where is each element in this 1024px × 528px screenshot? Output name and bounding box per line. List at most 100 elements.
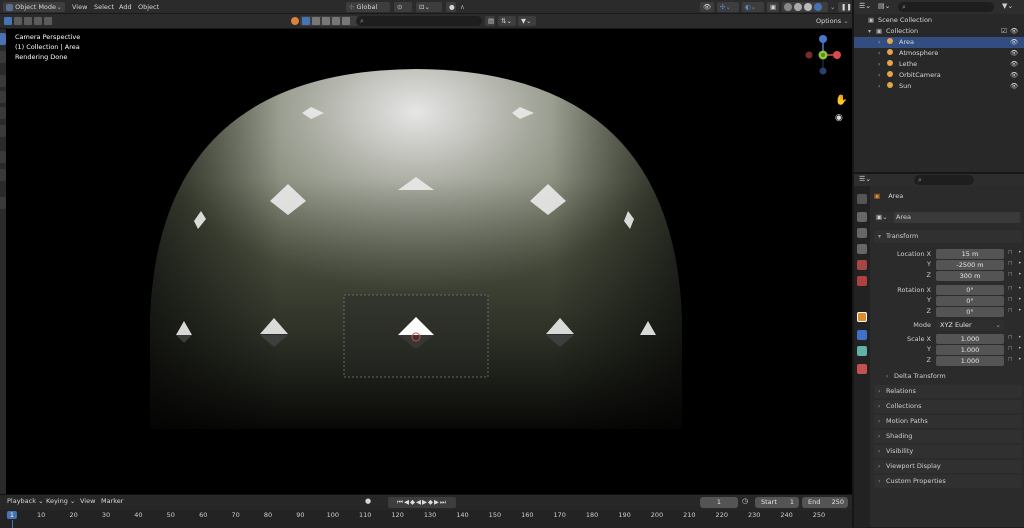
eye-icon[interactable]: 👁 xyxy=(1010,81,1018,92)
render-tab-icon[interactable] xyxy=(857,212,867,222)
menu-marker[interactable]: Marker xyxy=(101,497,123,505)
scale-y-field[interactable]: 1.000 xyxy=(936,345,1004,355)
lock-icon[interactable]: ⊓ xyxy=(1008,271,1013,278)
wireframe-shading-icon[interactable] xyxy=(784,3,792,11)
menu-add[interactable]: Add xyxy=(119,2,132,12)
current-frame-field[interactable]: 1 xyxy=(700,497,738,508)
menu-select[interactable]: Select xyxy=(94,2,114,12)
lock-icon[interactable]: ⊓ xyxy=(1008,296,1013,303)
keyframe-dot-icon[interactable]: • xyxy=(1018,271,1022,278)
view-layer-tab-icon[interactable] xyxy=(857,244,867,254)
options-button[interactable]: Options ⌄ xyxy=(813,16,849,26)
xray-button[interactable]: ▣ xyxy=(767,2,779,12)
scene-tab-icon[interactable] xyxy=(857,260,867,270)
3d-viewport[interactable]: Camera Perspective (1) Collection | Area… xyxy=(6,29,852,494)
light-data-tab-icon[interactable] xyxy=(857,364,867,374)
editor-type-icon[interactable]: ☰⌄ xyxy=(859,175,871,183)
sync-button[interactable]: ▤ xyxy=(485,16,495,26)
keyframe-dot-icon[interactable]: • xyxy=(1018,285,1022,292)
collection-row[interactable]: ▾ ▣ Collection ☑ 👁 xyxy=(854,26,1024,37)
pause-render-button[interactable]: ❚❚ xyxy=(838,2,852,12)
jump-end-icon[interactable]: ⏭ xyxy=(440,498,447,506)
checkbox-icon[interactable]: ☑ xyxy=(1001,26,1007,37)
transform-panel-header[interactable]: ▾ Transform xyxy=(874,230,1022,243)
filter-camera-icon[interactable] xyxy=(332,17,340,25)
transform-orientation-select[interactable]: ⊹ Global xyxy=(346,2,390,12)
physics-tab-icon[interactable] xyxy=(857,330,867,340)
eye-icon[interactable]: 👁 xyxy=(1010,48,1018,59)
keyframe-dot-icon[interactable]: • xyxy=(1018,334,1022,341)
panel-collections[interactable]: › Collections xyxy=(874,400,1022,413)
camera-view-icon[interactable]: ◉ xyxy=(835,113,843,123)
outliner-item-area[interactable]: › Area 👁 xyxy=(854,37,1024,48)
hand-pan-icon[interactable]: ✋ xyxy=(835,95,847,106)
panel-visibility[interactable]: › Visibility xyxy=(874,445,1022,458)
expand-chevron-icon[interactable]: › xyxy=(878,48,880,59)
outliner-search-input[interactable]: ⌕ xyxy=(898,2,994,12)
planet-sphere[interactable] xyxy=(146,59,686,449)
object-tab-icon[interactable] xyxy=(857,312,867,322)
filter-light-icon[interactable] xyxy=(322,17,330,25)
frame-ruler[interactable]: 1 10 20 30 40 50 60 70 80 90 100 110 120 130 140 150 160… xyxy=(0,510,852,528)
world-tab-icon[interactable] xyxy=(857,276,867,286)
panel-shading[interactable]: › Shading xyxy=(874,430,1022,443)
keyframe-dot-icon[interactable]: • xyxy=(1018,260,1022,267)
panel-relations[interactable]: › Relations xyxy=(874,385,1022,398)
expand-chevron-icon[interactable]: › xyxy=(878,70,880,81)
scale-z-field[interactable]: 1.000 xyxy=(936,356,1004,366)
filter-mesh-icon[interactable] xyxy=(302,17,310,25)
snap-button[interactable]: ⊡⌄ xyxy=(416,2,442,12)
menu-timeline-view[interactable]: View xyxy=(80,497,95,505)
visibility-button[interactable]: 👁 xyxy=(700,2,714,12)
panel-custom-properties[interactable]: › Custom Properties xyxy=(874,475,1022,488)
location-x-field[interactable]: 15 m xyxy=(936,249,1004,259)
object-datablock-field[interactable]: ▣⌄ Area xyxy=(874,212,1022,223)
tool-tab-icon[interactable] xyxy=(857,194,867,204)
falloff-icon[interactable]: ∧ xyxy=(460,2,465,12)
eye-icon[interactable]: 👁 xyxy=(1010,26,1018,37)
record-icon[interactable]: ● xyxy=(365,497,371,505)
output-tab-icon[interactable] xyxy=(857,228,867,238)
playback-controls[interactable]: ⏮◀◆◀▶◆▶⏭ xyxy=(388,497,456,508)
lock-icon[interactable]: ⊓ xyxy=(1008,334,1013,341)
outliner-item-atmosphere[interactable]: › Atmosphere 👁 xyxy=(854,48,1024,59)
object-type-visibility-icon[interactable] xyxy=(291,17,299,25)
gizmo-button[interactable]: ✣⌄ xyxy=(717,2,739,12)
expand-chevron-icon[interactable]: › xyxy=(878,59,880,70)
eye-icon[interactable]: 👁 xyxy=(1010,37,1018,48)
lock-icon[interactable]: ⊓ xyxy=(1008,356,1013,363)
display-mode-icon[interactable]: ▤⌄ xyxy=(878,2,890,10)
rotation-mode-select[interactable]: XYZ Euler ⌄ xyxy=(936,320,1004,330)
constraints-tab-icon[interactable] xyxy=(857,346,867,356)
keyframe-dot-icon[interactable]: • xyxy=(1018,345,1022,352)
navigation-gizmo[interactable] xyxy=(803,33,843,77)
properties-search-input[interactable]: ⌕ xyxy=(914,175,974,185)
proportional-edit-button[interactable]: ● xyxy=(446,2,456,12)
delta-transform-panel-header[interactable]: › Delta Transform xyxy=(882,370,1022,383)
scene-collection-row[interactable]: ▣ Scene Collection xyxy=(854,15,1024,26)
start-frame-field[interactable]: Start 1 xyxy=(755,497,799,508)
pivot-point-button[interactable]: ⊙ xyxy=(394,2,412,12)
select-box-icon[interactable] xyxy=(4,17,12,25)
area-light-selection[interactable] xyxy=(343,294,489,378)
rotation-z-field[interactable]: 0° xyxy=(936,307,1004,317)
editor-type-icon[interactable]: ☰⌄ xyxy=(859,2,871,10)
select-invert-icon[interactable] xyxy=(34,17,42,25)
lock-icon[interactable]: ⊓ xyxy=(1008,249,1013,256)
filter-button[interactable]: ▼⌄ xyxy=(518,16,536,26)
expand-chevron-icon[interactable]: ▾ xyxy=(868,26,871,37)
location-z-field[interactable]: 300 m xyxy=(936,271,1004,281)
clock-icon[interactable]: ◷ xyxy=(742,497,748,505)
outliner-item-sun[interactable]: › Sun 👁 xyxy=(854,81,1024,92)
lock-icon[interactable]: ⊓ xyxy=(1008,285,1013,292)
panel-motion-paths[interactable]: › Motion Paths xyxy=(874,415,1022,428)
keyframe-dot-icon[interactable]: • xyxy=(1018,307,1022,314)
menu-playback[interactable]: Playback ⌄ xyxy=(7,497,44,505)
lock-icon[interactable]: ⊓ xyxy=(1008,260,1013,267)
expand-chevron-icon[interactable]: › xyxy=(878,81,880,92)
sort-button[interactable]: ⇅⌄ xyxy=(498,16,516,26)
solid-shading-icon[interactable] xyxy=(794,3,802,11)
material-shading-icon[interactable] xyxy=(804,3,812,11)
lock-icon[interactable]: ⊓ xyxy=(1008,345,1013,352)
rotation-y-field[interactable]: 0° xyxy=(936,296,1004,306)
